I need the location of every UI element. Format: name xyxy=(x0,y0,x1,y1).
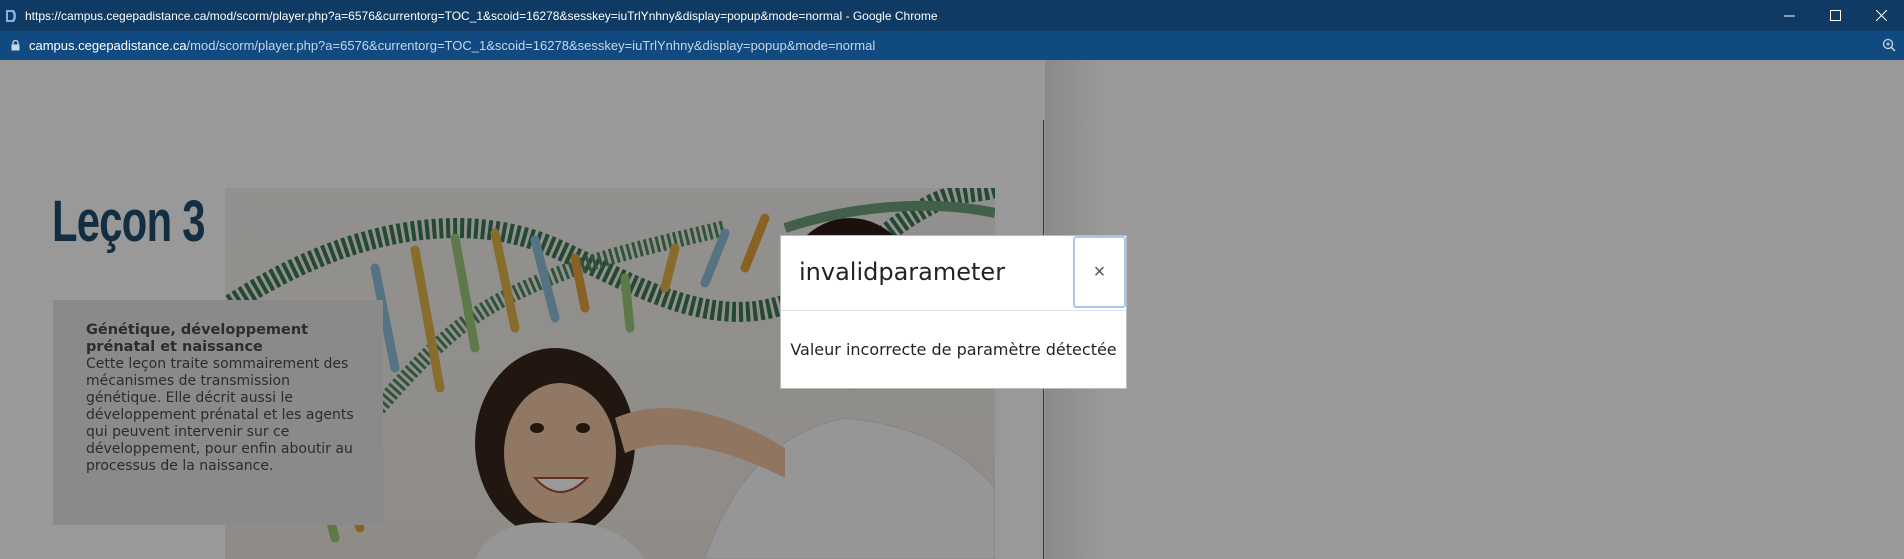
dialog-title: invalidparameter xyxy=(799,258,1006,286)
close-x-icon: × xyxy=(1093,260,1106,283)
site-favicon-icon xyxy=(6,9,16,22)
window-title-bar: https://campus.cegepadistance.ca/mod/sco… xyxy=(0,0,1904,31)
maximize-icon xyxy=(1829,10,1841,21)
close-icon xyxy=(1875,10,1887,21)
dialog-header: invalidparameter × xyxy=(781,236,1126,311)
window-title: https://campus.cegepadistance.ca/mod/sco… xyxy=(25,8,938,23)
address-bar[interactable]: campus.cegepadistance.ca/mod/scorm/playe… xyxy=(0,31,1904,60)
dialog-close-button[interactable]: × xyxy=(1073,236,1126,308)
url-host: campus.cegepadistance.ca xyxy=(29,38,187,53)
maximize-button[interactable] xyxy=(1812,0,1858,31)
dialog-message: Valeur incorrecte de paramètre détectée xyxy=(790,340,1117,359)
zoom-icon[interactable] xyxy=(1882,38,1896,52)
minimize-button[interactable] xyxy=(1766,0,1812,31)
minimize-icon xyxy=(1783,15,1795,17)
lock-icon xyxy=(11,40,20,51)
error-dialog: invalidparameter × Valeur incorrecte de … xyxy=(780,235,1127,389)
url-path: /mod/scorm/player.php?a=6576&currentorg=… xyxy=(186,38,876,53)
page-content: Leçon 3 Génétique, développement prénata… xyxy=(0,60,1904,559)
close-window-button[interactable] xyxy=(1858,0,1904,31)
